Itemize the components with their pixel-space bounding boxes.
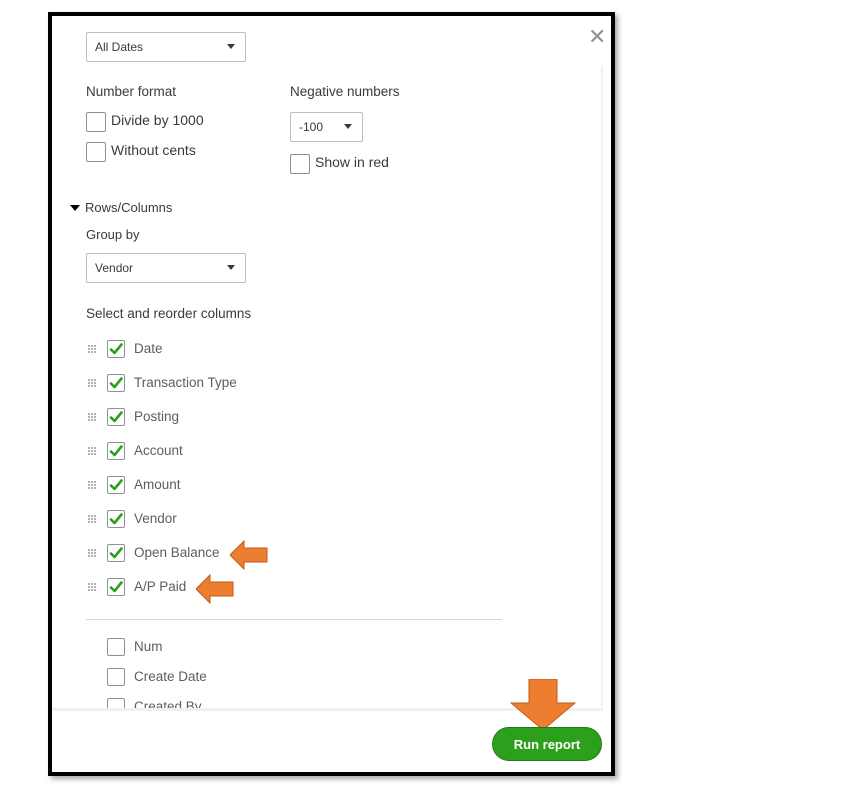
checkmark-icon xyxy=(109,513,123,525)
rows-columns-label: Rows/Columns xyxy=(85,200,173,215)
column-label: Num xyxy=(134,639,163,654)
column-label: A/P Paid xyxy=(134,579,187,594)
drag-handle-icon[interactable] xyxy=(88,515,98,525)
checkmark-icon xyxy=(109,343,123,355)
checkmark-icon xyxy=(109,479,123,491)
column-label: Create Date xyxy=(134,669,207,684)
column-item[interactable]: Posting xyxy=(52,406,352,430)
arrow-annotation-icon xyxy=(510,679,576,731)
column-item[interactable]: Num xyxy=(52,636,352,660)
dates-select-value: All Dates xyxy=(95,40,144,54)
checkmark-icon xyxy=(109,581,123,593)
group-by-value: Vendor xyxy=(95,261,134,275)
checkmark-icon xyxy=(109,411,123,423)
without-cents-checkbox[interactable] xyxy=(86,142,106,162)
group-by-label: Group by xyxy=(86,227,140,242)
divide-by-1000-checkbox[interactable] xyxy=(86,112,106,132)
checkmark-icon xyxy=(109,377,123,389)
column-checkbox[interactable] xyxy=(107,544,125,562)
show-in-red-checkbox[interactable] xyxy=(290,154,310,174)
drag-handle-icon[interactable] xyxy=(88,481,98,491)
caret-down-icon xyxy=(227,44,235,49)
columns-heading: Select and reorder columns xyxy=(86,306,252,321)
dates-select[interactable]: All Dates xyxy=(86,32,246,62)
column-item[interactable]: Create Date xyxy=(52,666,352,690)
arrow-annotation-icon xyxy=(230,540,268,570)
column-item[interactable]: Created By xyxy=(52,696,352,708)
number-format-heading: Number format xyxy=(86,84,177,99)
caret-down-icon xyxy=(70,205,80,211)
settings-panel: All Dates ✕ Number format Divide by 1000… xyxy=(52,16,603,708)
column-checkbox[interactable] xyxy=(107,476,125,494)
report-customize-dialog: All Dates ✕ Number format Divide by 1000… xyxy=(48,12,615,776)
drag-handle-icon[interactable] xyxy=(88,447,98,457)
column-label: Created By xyxy=(134,699,202,708)
column-checkbox[interactable] xyxy=(107,510,125,528)
column-label: Vendor xyxy=(134,511,177,526)
column-item[interactable]: Account xyxy=(52,440,352,464)
column-item[interactable]: Open Balance xyxy=(52,542,352,566)
checkmark-icon xyxy=(109,445,123,457)
negative-numbers-value: -100 xyxy=(299,120,324,134)
group-by-select[interactable]: Vendor xyxy=(86,253,246,283)
run-report-label: Run report xyxy=(513,736,581,752)
without-cents-label: Without cents xyxy=(111,142,196,158)
drag-handle-icon[interactable] xyxy=(88,345,98,355)
column-label: Posting xyxy=(134,409,180,424)
column-checkbox[interactable] xyxy=(107,442,125,460)
column-checkbox[interactable] xyxy=(107,340,125,358)
column-item[interactable]: Vendor xyxy=(52,508,352,532)
show-in-red-label: Show in red xyxy=(315,154,389,170)
divide-by-1000-label: Divide by 1000 xyxy=(111,112,204,128)
column-checkbox[interactable] xyxy=(107,408,125,426)
column-checkbox[interactable] xyxy=(107,638,125,656)
close-icon[interactable]: ✕ xyxy=(588,26,603,48)
drag-handle-icon[interactable] xyxy=(88,379,98,389)
drag-handle-icon[interactable] xyxy=(88,583,98,593)
columns-divider xyxy=(86,619,502,620)
column-checkbox[interactable] xyxy=(107,698,125,708)
column-label: Account xyxy=(134,443,183,458)
checkmark-icon xyxy=(109,547,123,559)
caret-down-icon xyxy=(227,265,235,270)
drag-handle-icon[interactable] xyxy=(88,413,98,423)
column-checkbox[interactable] xyxy=(107,374,125,392)
column-checkbox[interactable] xyxy=(107,578,125,596)
column-label: Open Balance xyxy=(134,545,220,560)
column-item[interactable]: Transaction Type xyxy=(52,372,352,396)
column-label: Date xyxy=(134,341,163,356)
drag-handle-icon[interactable] xyxy=(88,549,98,559)
column-label: Amount xyxy=(134,477,181,492)
column-item[interactable]: Date xyxy=(52,338,352,362)
negative-numbers-heading: Negative numbers xyxy=(290,84,400,99)
column-checkbox[interactable] xyxy=(107,668,125,686)
caret-down-icon xyxy=(344,124,352,129)
column-label: Transaction Type xyxy=(134,375,237,390)
run-report-button[interactable]: Run report xyxy=(492,727,602,761)
negative-numbers-select[interactable]: -100 xyxy=(290,112,363,142)
arrow-annotation-icon xyxy=(196,574,234,604)
column-item[interactable]: Amount xyxy=(52,474,352,498)
